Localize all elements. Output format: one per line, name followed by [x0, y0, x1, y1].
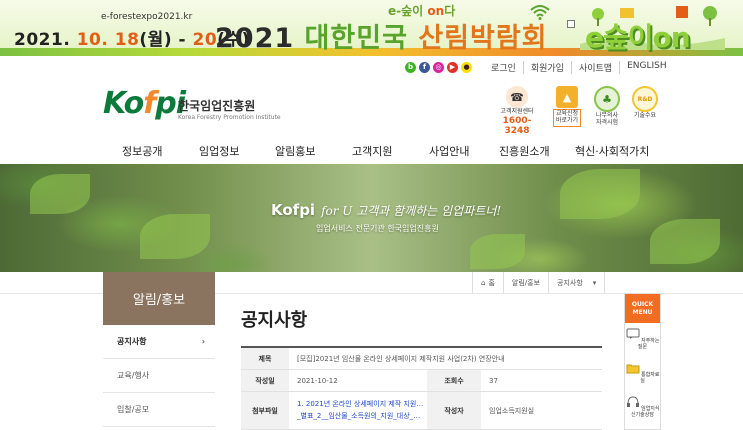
expo-title: 2021 대한민국 산림박람회	[215, 23, 548, 54]
join-link[interactable]: 회원가입	[522, 61, 571, 74]
chevron-right-icon: ›	[201, 337, 205, 346]
customer-center-link[interactable]: ☎ 고객지원센터 1600-3248	[494, 86, 540, 136]
breadcrumb-home[interactable]: ⌂ 홈	[472, 272, 503, 293]
date-label: 작성일	[241, 370, 289, 391]
utility-links: 로그인 회원가입 사이트맵 ENGLISH	[491, 61, 674, 74]
tree-icon: ♣	[594, 86, 620, 112]
nav-business-guide[interactable]: 사업안내	[429, 143, 469, 159]
sidebar-item-bidding[interactable]: 입찰/공모	[103, 393, 215, 427]
breadcrumb: ⌂ 홈 알림/홍보 공지사항 ▾	[472, 272, 606, 293]
breadcrumb-level2[interactable]: 공지사항 ▾	[548, 272, 606, 293]
attachment-label: 첨부파일	[241, 392, 289, 429]
leaf-shape	[560, 169, 640, 219]
notice-detail-table: 제목 [모집]2021년 임산물 온라인 상세페이지 제작지원 사업(2차) 연…	[241, 346, 602, 430]
subject-value: [모집]2021년 임산물 온라인 상세페이지 제작지원 사업(2차) 연장안내	[297, 354, 505, 363]
page-title: 공지사항	[241, 310, 308, 331]
sidebar-title: 알림/홍보	[103, 272, 215, 325]
table-row: 제목 [모집]2021년 임산물 온라인 상세페이지 제작지원 사업(2차) 연…	[241, 348, 602, 370]
lightbulb-icon: R&D	[632, 86, 658, 112]
nav-customer-support[interactable]: 고객지원	[352, 143, 392, 159]
login-link[interactable]: 로그인	[491, 61, 523, 74]
nav-news-pr[interactable]: 알림홍보	[275, 143, 315, 159]
brand-name-ko[interactable]: 한국임업진흥원	[178, 97, 255, 114]
attachment-list: 1. 2021년 온라인 상세페이지 제작 지원사... _별표_2__임산물_…	[289, 392, 427, 429]
event-banner[interactable]: e-forestexpo2021.kr 2021. 10. 18(월) - 20…	[0, 0, 743, 56]
hero-banner: Kofpi for U 고객과 함께하는 임업파트너! 임업서비스 전문기관 한국…	[0, 164, 743, 272]
kofpi-logo[interactable]: Kofpi	[103, 86, 186, 121]
quick-menu-header: QUICK MENU	[625, 294, 660, 323]
views-label: 조회수	[427, 370, 481, 391]
nav-info-disclosure[interactable]: 정보공개	[122, 143, 162, 159]
subject-label: 제목	[241, 348, 289, 369]
author-value: 임업소득지원실	[489, 406, 535, 415]
youtube-icon[interactable]: ▶	[447, 61, 458, 73]
chevron-down-icon: ▾	[592, 278, 597, 287]
quick-menu-archive[interactable]: 통합자료실	[625, 357, 660, 391]
close-icon[interactable]	[567, 20, 575, 28]
quick-menu: QUICK MENU 자주하는 질문 통합자료실 임업지식 신기술상담	[624, 293, 661, 430]
sitemap-link[interactable]: 사이트맵	[570, 61, 619, 74]
leaf-shape	[650, 219, 720, 264]
nav-about[interactable]: 진흥원소개	[499, 143, 550, 159]
nav-forestry-info[interactable]: 임업정보	[199, 143, 239, 159]
sidebar-item-education[interactable]: 교육/행사	[103, 359, 215, 393]
folder-icon	[626, 364, 639, 374]
views-value: 37	[489, 376, 498, 385]
brand-name-en: Korea Forestry Promotion Institute	[178, 114, 281, 121]
kakao-icon[interactable]: ●	[461, 61, 472, 73]
leaf-shape	[470, 234, 525, 269]
english-link[interactable]: ENGLISH	[619, 61, 674, 74]
blog-icon[interactable]: b	[405, 61, 416, 73]
faq-icon	[626, 328, 639, 339]
date-value: 2021-10-12	[297, 376, 338, 385]
sidebar-item-notice[interactable]: 공지사항 ›	[103, 325, 215, 359]
headset-icon: ☎	[506, 86, 528, 108]
rd-demand-link[interactable]: R&D 기술수요	[622, 86, 668, 120]
attachment-link[interactable]: 1. 2021년 온라인 상세페이지 제작 지원사...	[297, 399, 425, 410]
expo-logo-text: e숲이on	[585, 21, 691, 54]
table-row: 첨부파일 1. 2021년 온라인 상세페이지 제작 지원사... _별표_2_…	[241, 392, 602, 430]
nav-innovation[interactable]: 혁신·사회적가치	[575, 143, 649, 159]
headset-icon	[626, 396, 639, 407]
table-row: 작성일 2021-10-12 조회수 37	[241, 370, 602, 392]
facebook-icon[interactable]: f	[419, 61, 430, 73]
expo-url: e-forestexpo2021.kr	[101, 12, 193, 22]
hero-subtitle: 임업서비스 전문기관 한국임업진흥원	[316, 224, 439, 233]
quick-menu-faq[interactable]: 자주하는 질문	[625, 323, 660, 357]
graduation-cap-icon: ▲	[556, 86, 578, 108]
hero-title: Kofpi for U 고객과 함께하는 임업파트너!	[271, 201, 502, 219]
quick-menu-consulting[interactable]: 임업지식 신기술상담	[625, 391, 660, 425]
sns-links: b f ◎ ▶ ●	[405, 60, 472, 74]
leaf-shape	[140, 214, 210, 259]
instagram-icon[interactable]: ◎	[433, 61, 444, 73]
main-navigation: 정보공개 임업정보 알림홍보 고객지원 사업안내 진흥원소개 혁신·사회적가치	[0, 138, 743, 164]
leaf-shape	[30, 174, 90, 214]
author-label: 작성자	[427, 392, 481, 429]
breadcrumb-level1[interactable]: 알림/홍보	[502, 272, 548, 293]
home-icon: ⌂	[481, 278, 486, 287]
attachment-link[interactable]: _별표_2__임산물_소득원의_지원_대상_품목...	[297, 411, 425, 422]
customer-center-phone: 1600-3248	[502, 115, 532, 136]
